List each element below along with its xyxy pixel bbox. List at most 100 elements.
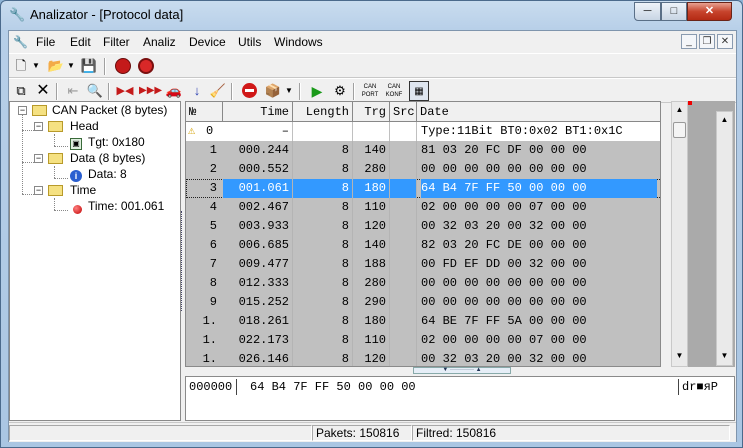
row-src <box>390 198 417 217</box>
table-row[interactable]: 1 000.244 8 140 81 03 20 FC DF 00 00 00 <box>186 141 660 160</box>
row-trg: 110 <box>353 331 390 350</box>
side-scrollbar[interactable]: ▲ ▼ <box>716 111 733 366</box>
table-row[interactable]: 3 001.061 8 180 64 B4 7F FF 50 00 00 00 <box>186 179 660 198</box>
chevron-down-icon[interactable]: ▼ <box>32 56 41 76</box>
no-entry-button[interactable] <box>239 81 259 101</box>
menu-edit[interactable]: Edit <box>70 35 91 49</box>
table-row[interactable]: 1. 018.261 8 180 64 BE 7F FF 5A 00 00 00 <box>186 312 660 331</box>
scroll-up-icon[interactable]: ▲ <box>717 112 732 128</box>
copy-icon[interactable]: ⧉ <box>11 81 31 101</box>
folder-icon <box>48 153 63 164</box>
table-row[interactable]: 9 015.252 8 290 00 00 00 00 00 00 00 00 <box>186 293 660 312</box>
menu-file[interactable]: File <box>36 35 55 49</box>
arrow-down-icon[interactable]: ↓ <box>187 81 207 101</box>
row-len: 8 <box>293 236 353 255</box>
menu-utils[interactable]: Utils <box>238 35 261 49</box>
hex-view[interactable]: 000000 64 B4 7F FF 50 00 00 00 dr■яР <box>185 376 735 421</box>
broom-icon[interactable]: 🧹 <box>208 81 228 101</box>
col-header-src[interactable]: Src <box>390 102 417 122</box>
mdi-restore-button[interactable]: ❐ <box>699 34 715 49</box>
chevron-down-icon[interactable]: ▼ <box>285 81 294 101</box>
mdi-close-button[interactable]: ✕ <box>717 34 733 49</box>
go-first-icon[interactable]: ⇤ <box>63 81 83 101</box>
save-icon[interactable]: 💾 <box>79 56 99 76</box>
tree-line <box>22 130 34 131</box>
can-port-icon[interactable]: CAN PORT <box>360 81 380 101</box>
table-row[interactable]: 4 002.467 8 110 02 00 00 00 00 07 00 00 <box>186 198 660 217</box>
collapse-icon[interactable]: − <box>34 154 43 163</box>
table-row[interactable]: 8 012.333 8 280 00 00 00 00 00 00 00 00 <box>186 274 660 293</box>
package-icon[interactable]: 📦 <box>263 81 283 101</box>
table-row[interactable]: 5 003.933 8 120 00 32 03 20 00 32 00 00 <box>186 217 660 236</box>
car-icon[interactable]: 🚗 <box>164 81 184 101</box>
menu-analiz[interactable]: Analiz <box>143 35 176 49</box>
splitter-grip-arrows-icon[interactable]: ▼ ············ ▲ <box>413 367 511 374</box>
menu-device[interactable]: Device <box>189 35 226 49</box>
can-konf-icon[interactable]: CAN KONF <box>384 81 404 101</box>
fast-forward-icon[interactable]: ▶▶▶ <box>139 81 162 101</box>
horizontal-splitter[interactable]: ▼ ············ ▲ <box>185 367 735 375</box>
screen-grid-icon[interactable]: ▦ <box>409 81 429 101</box>
grid-scrollbar[interactable]: ▲ ▼ <box>671 101 688 367</box>
row-data: 00 00 00 00 00 00 00 00 <box>421 276 587 290</box>
row-src <box>390 312 417 331</box>
row-data: 00 FD EF DD 00 32 00 00 <box>421 257 587 271</box>
col-header-num[interactable]: № <box>186 102 223 122</box>
row-trg: 110 <box>353 198 390 217</box>
delete-x-icon[interactable]: ✕ <box>33 81 53 101</box>
table-row[interactable]: 6 006.685 8 140 82 03 20 FC DE 00 00 00 <box>186 236 660 255</box>
row-num: 6 <box>209 238 217 252</box>
row-time: 022.173 <box>223 331 293 350</box>
collapse-icon[interactable]: − <box>34 122 43 131</box>
col-header-length[interactable]: Length <box>293 102 353 122</box>
warning-icon: ⚠ <box>188 124 196 138</box>
table-row-info[interactable]: ⚠ 0 – Type:11Bit BT0:0x02 BT1:0x1C <box>186 122 660 141</box>
minimize-button[interactable]: ─ <box>634 2 661 21</box>
new-file-icon[interactable]: 🗋 <box>11 56 31 76</box>
row-time: 012.333 <box>223 274 293 293</box>
row-time: 026.146 <box>223 350 293 366</box>
packet-tree[interactable]: − CAN Packet (8 bytes) − Head ▣ Tgt: 0x1… <box>9 101 181 421</box>
collapse-icon[interactable]: − <box>34 186 43 195</box>
table-row[interactable]: 2 000.552 8 280 00 00 00 00 00 00 00 00 <box>186 160 660 179</box>
col-header-trg[interactable]: Trg <box>353 102 390 122</box>
grid-header: № Time Length Trg Src Date <box>186 102 660 122</box>
scroll-up-icon[interactable]: ▲ <box>672 102 687 118</box>
col-header-time[interactable]: Time <box>223 102 293 122</box>
open-folder-icon[interactable]: 📂 <box>46 56 66 76</box>
document-icon[interactable]: 🔧 <box>13 34 29 50</box>
row-num: 7 <box>209 257 217 271</box>
row-data: 00 32 03 20 00 32 00 00 <box>421 352 587 366</box>
row-trg: 140 <box>353 141 390 160</box>
scroll-thumb[interactable] <box>673 122 686 138</box>
row-data: 00 00 00 00 00 00 00 00 <box>421 162 587 176</box>
row-src <box>390 160 417 179</box>
toolbar-separator <box>104 58 106 75</box>
scroll-down-icon[interactable]: ▼ <box>672 348 687 364</box>
collapse-icon[interactable]: − <box>18 106 27 115</box>
col-header-date[interactable]: Date <box>417 102 657 122</box>
table-row[interactable]: 7 009.477 8 188 00 FD EF DD 00 32 00 00 <box>186 255 660 274</box>
menu-filter[interactable]: Filter <box>103 35 130 49</box>
row-num: 5 <box>209 219 217 233</box>
record-button[interactable] <box>136 56 156 76</box>
table-row[interactable]: 1. 022.173 8 110 02 00 00 00 00 07 00 00 <box>186 331 660 350</box>
maximize-button[interactable]: □ <box>661 2 687 21</box>
toolbar-secondary: ⧉ ✕ ⇤ 🔍 ▶◀ ▶▶▶ 🚗 ↓ 🧹 📦 ▼ ▶ ⚙ CAN PORT CA… <box>9 78 736 103</box>
run-config-icon[interactable]: ⚙ <box>330 81 350 101</box>
magnifier-icon[interactable]: 🔍 <box>85 81 105 101</box>
play-icon[interactable]: ▶ <box>307 81 327 101</box>
scroll-down-icon[interactable]: ▼ <box>717 348 732 364</box>
stop-capture-button[interactable] <box>113 56 133 76</box>
row-len: 8 <box>293 141 353 160</box>
menu-windows[interactable]: Windows <box>274 35 323 49</box>
close-button[interactable]: ✕ <box>687 2 732 21</box>
table-row[interactable]: 1. 026.146 8 120 00 32 03 20 00 32 00 00 <box>186 350 660 366</box>
collapse-arrows-icon[interactable]: ▶◀ <box>115 81 135 101</box>
tree-node-label: Data (8 bytes) <box>70 151 146 165</box>
chevron-down-icon[interactable]: ▼ <box>67 56 76 76</box>
packet-grid[interactable]: № Time Length Trg Src Date ⚠ 0 – Type:11… <box>185 101 661 367</box>
mdi-minimize-button[interactable]: _ <box>681 34 697 49</box>
folder-icon <box>48 121 63 132</box>
title-bar[interactable]: 🔧 Analizator - [Protocol data] ─ □ ✕ <box>1 1 742 29</box>
